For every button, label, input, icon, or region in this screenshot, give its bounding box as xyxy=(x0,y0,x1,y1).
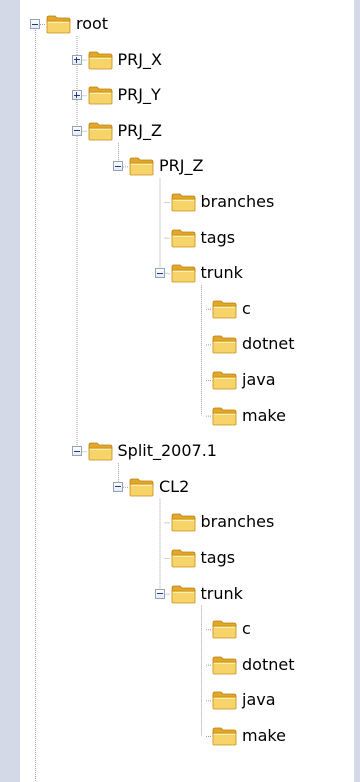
node-label: make xyxy=(242,405,286,425)
folder-tree: root PRJ_X PRJ_Y PRJ_Z PRJ_Z branches ta… xyxy=(20,0,354,782)
node-label: dotnet xyxy=(242,654,295,674)
folder-icon xyxy=(212,371,237,390)
tree-node-branches[interactable]: branches xyxy=(170,507,275,537)
collapse-toggle-icon[interactable] xyxy=(154,588,165,599)
folder-icon xyxy=(171,193,195,212)
folder-icon xyxy=(212,300,237,319)
folder-icon xyxy=(212,407,237,425)
node-label: tags xyxy=(200,227,236,247)
folder-icon xyxy=(212,691,237,710)
folder-icon xyxy=(212,335,237,354)
node-label: c xyxy=(242,619,251,639)
folder-icon xyxy=(88,86,112,105)
tree-node-split-2007-1[interactable]: Split_2007.1 xyxy=(87,436,217,466)
folder-icon xyxy=(212,656,237,675)
tree-node-cl2[interactable]: CL2 xyxy=(128,472,189,502)
tree-node-trunk[interactable]: trunk xyxy=(170,579,243,609)
folder-icon xyxy=(212,727,237,746)
expand-toggle-icon[interactable] xyxy=(71,54,82,65)
node-label: Split_2007.1 xyxy=(117,441,217,461)
tree-node-tags[interactable]: tags xyxy=(170,543,236,573)
folder-icon xyxy=(171,549,195,568)
folder-icon xyxy=(88,442,112,461)
folder-icon xyxy=(88,122,112,141)
node-label: CL2 xyxy=(159,476,190,496)
node-label: PRJ_X xyxy=(117,49,162,69)
collapse-toggle-icon[interactable] xyxy=(113,161,123,172)
tree-node-root[interactable]: root xyxy=(45,9,108,39)
tree-node-make[interactable]: make xyxy=(211,401,286,431)
folder-icon xyxy=(129,157,154,176)
tree-node-prj-z[interactable]: PRJ_Z xyxy=(128,151,203,181)
tree-node-branches[interactable]: branches xyxy=(170,187,275,217)
collapse-toggle-icon[interactable] xyxy=(30,19,40,29)
folder-icon xyxy=(212,620,237,639)
node-label: c xyxy=(242,298,251,318)
node-label: PRJ_Y xyxy=(117,85,161,105)
tree-node-java[interactable]: java xyxy=(211,685,276,715)
node-label: PRJ_Z xyxy=(117,120,162,140)
node-label: trunk xyxy=(200,583,243,603)
tree-node-c[interactable]: c xyxy=(211,294,251,324)
folder-icon xyxy=(171,229,195,247)
collapse-toggle-icon[interactable] xyxy=(71,446,82,457)
folder-icon xyxy=(171,513,195,532)
node-label: java xyxy=(242,370,276,389)
node-label: PRJ_Z xyxy=(159,156,204,176)
node-label: trunk xyxy=(200,263,243,283)
tree-node-prj-x[interactable]: PRJ_X xyxy=(87,45,162,75)
node-label: java xyxy=(242,690,276,710)
tree-node-tags[interactable]: tags xyxy=(170,223,236,253)
node-label: branches xyxy=(200,192,275,211)
tree-node-prj-y[interactable]: PRJ_Y xyxy=(87,80,161,110)
collapse-toggle-icon[interactable] xyxy=(113,481,123,492)
node-label: root xyxy=(76,14,109,33)
node-label: dotnet xyxy=(242,334,295,354)
tree-node-trunk[interactable]: trunk xyxy=(170,258,243,288)
tree-node-make[interactable]: make xyxy=(211,721,286,751)
expand-toggle-icon[interactable] xyxy=(71,90,82,101)
folder-icon xyxy=(171,585,195,603)
folder-icon xyxy=(46,15,71,34)
folder-icon xyxy=(129,478,154,497)
node-label: tags xyxy=(200,548,236,567)
tree-node-c[interactable]: c xyxy=(211,614,251,644)
folder-icon xyxy=(88,51,112,69)
collapse-toggle-icon[interactable] xyxy=(71,125,82,136)
tree-connector-lines xyxy=(35,24,212,782)
folder-icon xyxy=(171,264,195,283)
tree-node-dotnet[interactable]: dotnet xyxy=(211,650,294,680)
tree-node-java[interactable]: java xyxy=(211,365,276,395)
node-label: make xyxy=(242,726,286,745)
tree-node-prj-z[interactable]: PRJ_Z xyxy=(87,116,162,146)
tree-node-dotnet[interactable]: dotnet xyxy=(211,329,294,359)
collapse-toggle-icon[interactable] xyxy=(154,268,165,279)
node-label: branches xyxy=(200,512,275,532)
